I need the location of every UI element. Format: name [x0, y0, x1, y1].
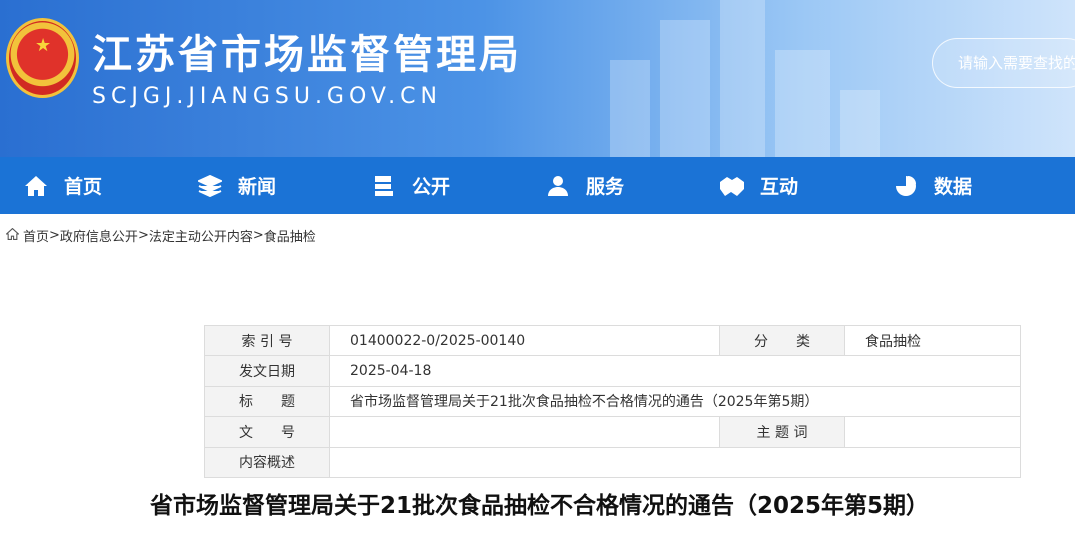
- header-banner: ★ 江苏省市场监督管理局 SCJGJ.JIANGSU.GOV.CN: [0, 0, 1075, 157]
- breadcrumb: 首页 > 政府信息公开 > 法定主动公开内容 > 食品抽检: [5, 226, 316, 245]
- nav-label: 首页: [64, 176, 103, 198]
- nav-item-public[interactable]: 公开: [370, 157, 544, 214]
- handshake-icon: [718, 172, 746, 200]
- nav-label: 新闻: [238, 176, 277, 198]
- category-value: 食品抽检: [844, 324, 1021, 357]
- summary-label: 内容概述: [204, 446, 330, 478]
- category-label: 分 类: [719, 324, 845, 357]
- breadcrumb-separator: >: [252, 228, 264, 243]
- nav-label: 公开: [412, 176, 451, 198]
- nav-item-service[interactable]: 服务: [544, 157, 718, 214]
- breadcrumb-link-gov-info[interactable]: 政府信息公开: [60, 226, 138, 245]
- pie-chart-icon: [892, 172, 920, 200]
- breadcrumb-current[interactable]: 食品抽检: [264, 226, 316, 245]
- home-icon: [22, 172, 50, 200]
- nav-item-home[interactable]: 首页: [22, 157, 196, 214]
- index-label: 索 引 号: [204, 324, 330, 357]
- table-row: 内容概述: [204, 446, 1021, 478]
- user-icon: [544, 172, 572, 200]
- document-stack-icon: [370, 172, 398, 200]
- nav-item-news[interactable]: 新闻: [196, 157, 370, 214]
- nav-label: 服务: [586, 176, 625, 198]
- date-label: 发文日期: [204, 355, 330, 387]
- keywords-label: 主 题 词: [719, 416, 845, 448]
- breadcrumb-separator: >: [49, 228, 60, 243]
- table-row: 索 引 号 01400022-0/2025-00140 分 类 食品抽检: [204, 324, 1021, 357]
- index-value: 01400022-0/2025-00140: [329, 324, 720, 357]
- breadcrumb-link-statutory[interactable]: 法定主动公开内容: [149, 226, 253, 245]
- date-value: 2025-04-18: [329, 355, 1021, 387]
- site-title: 江苏省市场监督管理局: [92, 32, 522, 78]
- title-value: 省市场监督管理局关于21批次食品抽检不合格情况的通告（2025年第5期）: [329, 385, 1021, 418]
- document-metadata-table: 索 引 号 01400022-0/2025-00140 分 类 食品抽检 发文日…: [204, 324, 1021, 478]
- main-nav: 首页 新闻 公开 服务 互动 数据: [0, 157, 1075, 214]
- table-row: 标 题 省市场监督管理局关于21批次食品抽检不合格情况的通告（2025年第5期）: [204, 385, 1021, 418]
- site-domain: SCJGJ.JIANGSU.GOV.CN: [92, 84, 442, 109]
- search-input[interactable]: [932, 38, 1075, 88]
- title-label: 标 题: [204, 385, 330, 418]
- nav-item-interaction[interactable]: 互动: [718, 157, 892, 214]
- table-row: 文 号 主 题 词: [204, 416, 1021, 448]
- article-title: 省市场监督管理局关于21批次食品抽检不合格情况的通告（2025年第5期）: [150, 493, 930, 519]
- keywords-value: [844, 416, 1021, 448]
- breadcrumb-separator: >: [137, 228, 149, 243]
- nav-label: 互动: [760, 176, 799, 198]
- summary-value: [329, 446, 1021, 478]
- table-row: 发文日期 2025-04-18: [204, 355, 1021, 387]
- home-icon: [5, 227, 20, 244]
- doc-number-label: 文 号: [204, 416, 330, 448]
- nav-item-data[interactable]: 数据: [892, 157, 1066, 214]
- national-emblem-logo: ★: [6, 18, 79, 98]
- breadcrumb-link-home[interactable]: 首页: [23, 226, 49, 245]
- doc-number-value: [329, 416, 720, 448]
- layers-icon: [196, 172, 224, 200]
- nav-label: 数据: [934, 176, 973, 198]
